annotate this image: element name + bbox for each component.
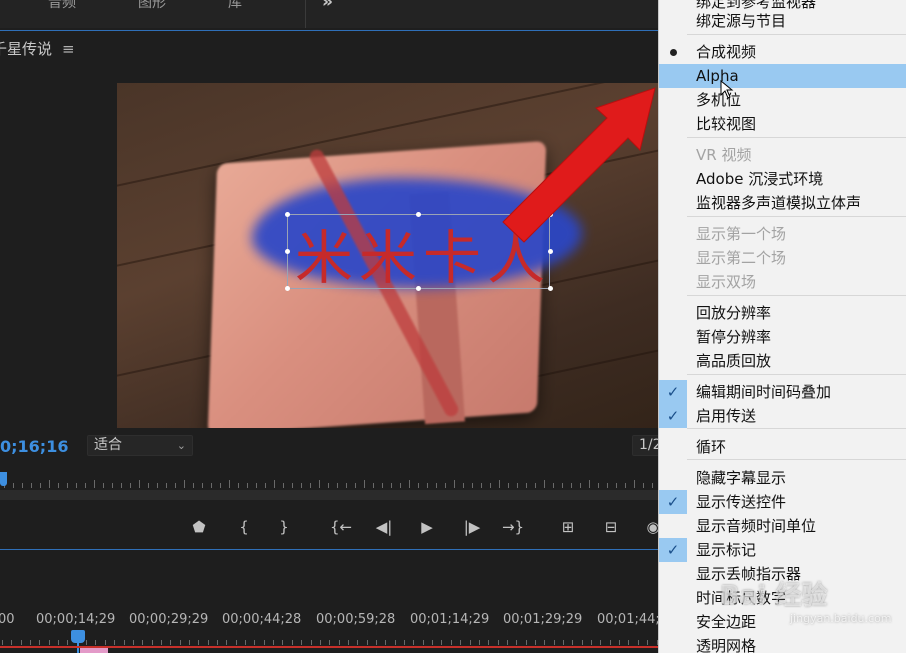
menu-item[interactable]: ✓ 显示标记 bbox=[659, 538, 906, 562]
menu-item: 显示双场 bbox=[659, 270, 906, 294]
menu-item-label: 显示传送控件 bbox=[696, 493, 787, 511]
monitor-settings-menu: 绑定到参考监视器绑定源与节目合成视频Alpha多机位比较视图VR 视频›Adob… bbox=[658, 0, 906, 653]
menu-item[interactable]: 回放分辨率› bbox=[659, 301, 906, 325]
menu-item-label: 启用传送 bbox=[696, 407, 757, 425]
menu-item[interactable]: 绑定源与节目 bbox=[659, 9, 906, 33]
menu-item: VR 视频› bbox=[659, 143, 906, 167]
checkmark-icon: ✓ bbox=[659, 380, 687, 404]
menu-item-label: 显示双场 bbox=[696, 273, 757, 291]
menu-item[interactable]: Adobe 沉浸式环境 bbox=[659, 167, 906, 191]
menu-item[interactable]: 合成视频 bbox=[659, 40, 906, 64]
menu-item-label: VR 视频 bbox=[696, 146, 752, 164]
menu-item: 显示第二个场 bbox=[659, 246, 906, 270]
menu-item[interactable]: 高品质回放 bbox=[659, 349, 906, 373]
menu-separator bbox=[687, 374, 906, 375]
watermark-logo: Bai 经验 bbox=[720, 581, 828, 611]
selected-dot-icon bbox=[670, 49, 677, 56]
mouse-cursor-icon bbox=[720, 80, 734, 99]
menu-item-label: 安全边距 bbox=[696, 613, 757, 631]
menu-item[interactable]: 监视器多声道模拟立体声 bbox=[659, 191, 906, 215]
menu-separator bbox=[687, 459, 906, 460]
menu-item[interactable]: ✓ 编辑期间时间码叠加 bbox=[659, 380, 906, 404]
checkmark-icon: ✓ bbox=[659, 538, 687, 562]
menu-item-label: 绑定源与节目 bbox=[696, 12, 787, 30]
menu-item[interactable]: ✓ 显示传送控件 bbox=[659, 490, 906, 514]
menu-item-label: 编辑期间时间码叠加 bbox=[696, 383, 832, 401]
menu-item-label: 显示第二个场 bbox=[696, 249, 787, 267]
menu-item-label: 隐藏字幕显示 bbox=[696, 469, 787, 487]
checkmark-icon: ✓ bbox=[659, 490, 687, 514]
menu-item[interactable]: 隐藏字幕显示› bbox=[659, 466, 906, 490]
menu-item[interactable]: 暂停分辨率› bbox=[659, 325, 906, 349]
menu-item-label: 高品质回放 bbox=[696, 352, 772, 370]
menu-item-label: 暂停分辨率 bbox=[696, 328, 772, 346]
menu-item-label: 合成视频 bbox=[696, 43, 757, 61]
menu-separator bbox=[687, 428, 906, 429]
menu-item-label: Adobe 沉浸式环境 bbox=[696, 170, 824, 188]
menu-item-label: 透明网格 bbox=[696, 637, 757, 653]
menu-separator bbox=[687, 216, 906, 217]
watermark-url: jingyan.baidu.com bbox=[790, 612, 892, 625]
menu-separator bbox=[687, 295, 906, 296]
menu-item-label: 显示音频时间单位 bbox=[696, 517, 817, 535]
menu-item[interactable]: 多机位 bbox=[659, 88, 906, 112]
menu-item-label: 循环 bbox=[696, 438, 727, 456]
menu-separator bbox=[687, 137, 906, 138]
menu-item[interactable]: 循环 bbox=[659, 435, 906, 459]
menu-item-label: 多机位 bbox=[696, 91, 742, 109]
menu-item-label: 监视器多声道模拟立体声 bbox=[696, 194, 862, 212]
menu-item-label: 比较视图 bbox=[696, 115, 757, 133]
menu-item[interactable]: Alpha bbox=[659, 64, 906, 88]
menu-item[interactable]: 比较视图 bbox=[659, 112, 906, 136]
menu-item-label: 显示第一个场 bbox=[696, 225, 787, 243]
menu-item[interactable]: 显示音频时间单位 bbox=[659, 514, 906, 538]
menu-item-label: 显示标记 bbox=[696, 541, 757, 559]
menu-item-label: 回放分辨率 bbox=[696, 304, 772, 322]
menu-item[interactable]: 透明网格 bbox=[659, 634, 906, 653]
menu-separator bbox=[687, 34, 906, 35]
checkmark-icon: ✓ bbox=[659, 404, 687, 428]
menu-item: 显示第一个场 bbox=[659, 222, 906, 246]
menu-item[interactable]: ✓ 启用传送 bbox=[659, 404, 906, 428]
